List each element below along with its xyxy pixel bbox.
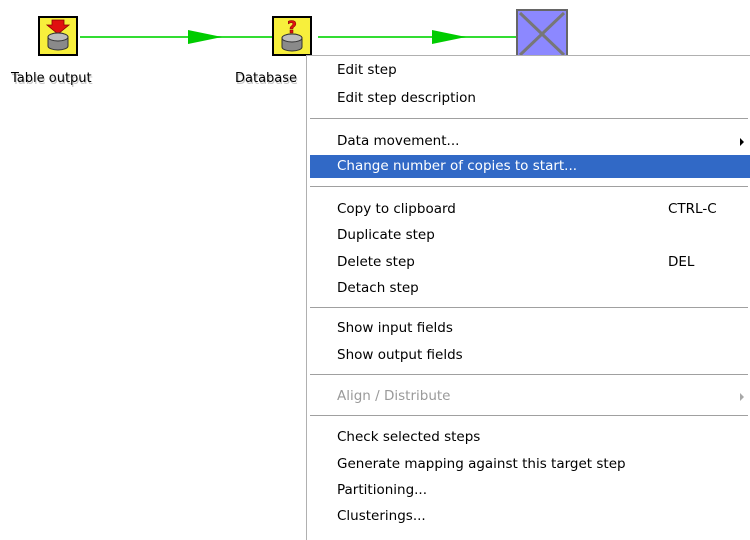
menu-item-show-input-fields[interactable]: Show input fields bbox=[310, 317, 750, 340]
step-context-menu: Edit step Edit step description Data mov… bbox=[306, 55, 750, 540]
menu-item-duplicate-step[interactable]: Duplicate step bbox=[310, 224, 750, 247]
submenu-arrow-icon bbox=[740, 393, 744, 401]
menu-shortcut: CTRL-C bbox=[668, 201, 717, 217]
menu-item-clusterings[interactable]: Clusterings... bbox=[310, 505, 750, 528]
menu-item-align-distribute: Align / Distribute bbox=[310, 385, 750, 408]
step-database[interactable]: ? bbox=[272, 16, 312, 56]
step-unknown[interactable] bbox=[516, 9, 568, 59]
hop-line-2[interactable] bbox=[318, 36, 516, 38]
menu-separator bbox=[310, 186, 748, 188]
menu-item-partitioning[interactable]: Partitioning... bbox=[310, 479, 750, 502]
menu-separator bbox=[310, 374, 748, 376]
menu-item-generate-mapping[interactable]: Generate mapping against this target ste… bbox=[310, 453, 750, 476]
menu-item-delete-step[interactable]: Delete step DEL bbox=[310, 251, 750, 274]
menu-separator bbox=[310, 415, 748, 417]
table-output-icon bbox=[45, 19, 71, 51]
menu-item-data-movement[interactable]: Data movement... bbox=[310, 130, 750, 153]
hop-arrow-2 bbox=[432, 30, 466, 44]
menu-separator bbox=[310, 307, 748, 309]
unknown-step-icon bbox=[518, 11, 566, 57]
step-table-output[interactable] bbox=[38, 16, 78, 56]
database-lookup-icon: ? bbox=[281, 18, 303, 52]
menu-shortcut: DEL bbox=[668, 254, 695, 270]
transformation-canvas[interactable]: Table output Table output ? Database Dat… bbox=[0, 0, 750, 540]
step-label-database: Database Database bbox=[235, 71, 299, 88]
menu-item-detach-step[interactable]: Detach step bbox=[310, 277, 750, 300]
menu-item-check-selected-steps[interactable]: Check selected steps bbox=[310, 426, 750, 449]
menu-item-change-copies[interactable]: Change number of copies to start... bbox=[310, 155, 750, 178]
menu-item-copy-to-clipboard[interactable]: Copy to clipboard CTRL-C bbox=[310, 198, 750, 221]
menu-item-show-output-fields[interactable]: Show output fields bbox=[310, 344, 750, 367]
hop-arrow-1 bbox=[188, 30, 222, 44]
menu-separator bbox=[310, 118, 748, 120]
menu-item-edit-step[interactable]: Edit step bbox=[310, 59, 750, 82]
step-label-table-output: Table output Table output bbox=[11, 71, 93, 88]
submenu-arrow-icon bbox=[740, 138, 744, 146]
menu-item-edit-step-description[interactable]: Edit step description bbox=[310, 87, 750, 110]
hop-line-1[interactable] bbox=[80, 36, 272, 38]
